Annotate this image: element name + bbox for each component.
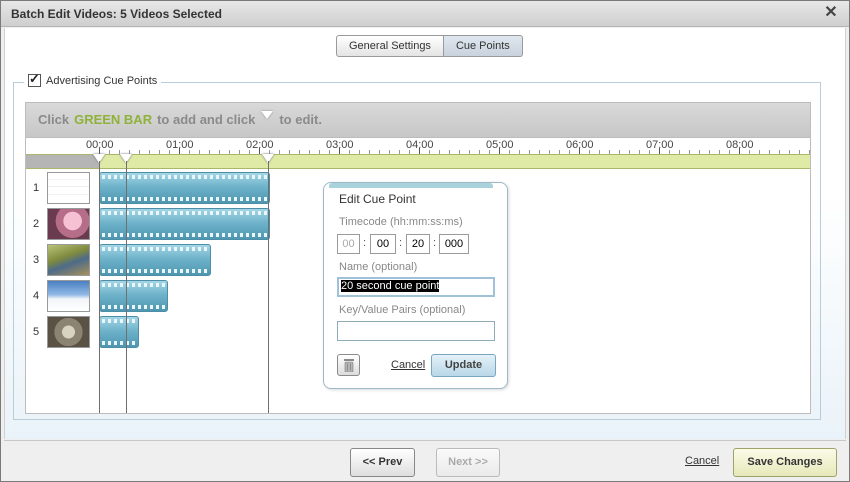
timecode-seconds-input[interactable] [406,234,430,254]
next-button[interactable]: Next >> [436,448,500,477]
marker-icon [261,110,274,119]
popup-accent-strip [329,183,493,188]
save-changes-button[interactable]: Save Changes [733,448,837,477]
name-label: Name (optional) [339,261,418,273]
edit-cue-point-popup: Edit Cue Point Timecode (hh:mm:ss:ms) : … [323,182,508,389]
row-number: 5 [33,326,40,338]
instruction-text: Click GREEN BAR to add and click to edit… [38,110,322,127]
section-legend-label: Advertising Cue Points [46,74,158,87]
batch-edit-dialog: Batch Edit Videos: 5 Videos Selected ✕ G… [0,0,850,482]
delete-cue-point-button[interactable] [337,354,360,376]
video-track [99,280,168,312]
instruction-part3: to edit. [279,112,322,127]
close-icon[interactable]: ✕ [822,4,840,22]
tab-bar: General Settings Cue Points [336,35,523,57]
instruction-green-bar: GREEN BAR [74,112,153,127]
prev-button[interactable]: << Prev [350,448,415,477]
video-thumbnail [47,244,90,276]
cue-line [268,161,269,413]
name-input[interactable]: 20 second cue point [337,277,495,297]
video-thumbnail [47,280,90,312]
instruction-bar: Click GREEN BAR to add and click to edit… [26,103,810,137]
video-track [99,316,139,348]
key-value-label: Key/Value Pairs (optional) [339,304,466,316]
timecode-separator: : [363,237,367,249]
popup-cancel-link[interactable]: Cancel [391,359,425,371]
green-bar[interactable] [26,154,810,169]
timecode-separator: : [399,237,403,249]
timeline-ruler: 00:00 01:00 02:00 03:00 04:00 05:00 06:0… [26,137,810,154]
instruction-part1: Click [38,112,70,127]
dialog-footer: << Prev Next >> Cancel Save Changes [4,440,846,480]
tab-cue-points[interactable]: Cue Points [443,35,523,57]
video-thumbnail [47,208,90,240]
advertising-cue-points-checkbox[interactable]: ✓ [28,71,41,87]
cue-line [99,161,100,413]
update-button[interactable]: Update [431,354,496,377]
popup-title: Edit Cue Point [339,192,416,206]
row-number: 1 [33,182,40,194]
name-input-value: 20 second cue point [341,280,440,292]
video-thumbnail [47,172,90,204]
section-legend: ✓ Advertising Cue Points [24,71,162,87]
row-number: 3 [33,254,40,266]
timecode-hours-input[interactable] [337,234,360,254]
video-track [99,208,270,240]
tab-general-settings[interactable]: General Settings [336,35,444,57]
timecode-milliseconds-input[interactable] [439,234,469,254]
row-number: 2 [33,218,40,230]
timecode-minutes-input[interactable] [370,234,396,254]
trash-icon [344,359,354,372]
checkmark-icon: ✓ [29,71,40,86]
key-value-input[interactable] [337,321,495,341]
instruction-part2: to add and click [157,112,256,127]
title-bar: Batch Edit Videos: 5 Videos Selected ✕ [1,1,849,27]
dialog-title: Batch Edit Videos: 5 Videos Selected [11,7,222,21]
cue-line [126,161,127,413]
video-thumbnail [47,316,90,348]
footer-cancel-link[interactable]: Cancel [685,455,719,467]
timecode-label: Timecode (hh:mm:ss:ms) [339,216,463,228]
row-number: 4 [33,290,40,302]
video-track [99,244,211,276]
greenbar-inactive-region [26,155,99,168]
timecode-separator: : [433,237,437,249]
video-track [99,172,270,204]
